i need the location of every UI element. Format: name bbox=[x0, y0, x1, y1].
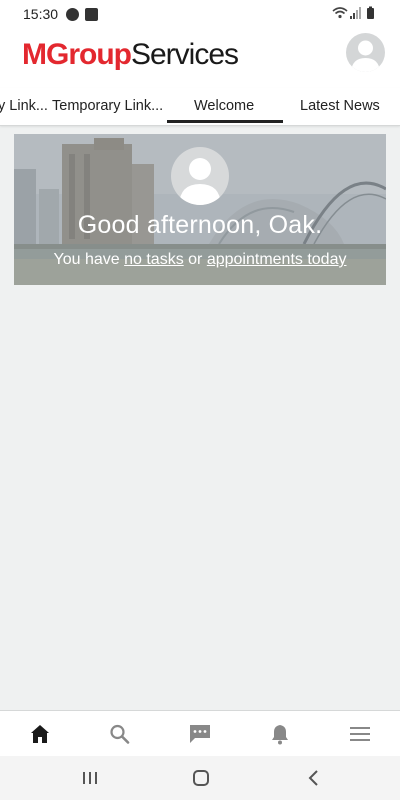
wifi-icon bbox=[332, 7, 348, 19]
no-tasks-link[interactable]: no tasks bbox=[124, 251, 184, 268]
home-circle-icon bbox=[193, 770, 209, 786]
greeting-text: Good afternoon, Oak. bbox=[77, 211, 323, 239]
nav-home-button[interactable] bbox=[28, 723, 52, 745]
signal-icon bbox=[350, 7, 361, 19]
system-back-button[interactable] bbox=[302, 768, 326, 788]
menu-icon bbox=[350, 727, 370, 741]
system-home-button[interactable] bbox=[189, 768, 213, 788]
status-time: 15:30 bbox=[23, 6, 59, 22]
active-tab-indicator bbox=[167, 120, 283, 123]
nav-search-button[interactable] bbox=[108, 723, 132, 745]
profile-avatar[interactable] bbox=[346, 33, 385, 72]
summary-prefix: You have bbox=[53, 251, 125, 268]
tab-latest-news[interactable]: Latest News bbox=[300, 98, 380, 114]
welcome-summary: You have no tasks or appointments today bbox=[14, 251, 386, 269]
system-navigation-bar bbox=[0, 756, 400, 800]
welcome-avatar bbox=[171, 147, 229, 205]
summary-connector: or bbox=[183, 251, 207, 268]
user-silhouette-icon bbox=[351, 40, 380, 72]
recent-apps-icon bbox=[83, 772, 97, 784]
tab-welcome[interactable]: Welcome bbox=[194, 98, 254, 114]
bell-icon bbox=[272, 725, 288, 745]
welcome-card: Good afternoon, Oak. You have no tasks o… bbox=[14, 134, 386, 285]
chat-icon bbox=[190, 725, 210, 743]
user-silhouette-icon bbox=[179, 158, 221, 205]
app-notification-icon bbox=[85, 8, 98, 21]
app-header: MGroupServices bbox=[0, 28, 400, 88]
nav-messages-button[interactable] bbox=[188, 723, 212, 745]
search-icon bbox=[110, 724, 130, 744]
tab-bar: y Link... Temporary Link... Welcome Late… bbox=[0, 88, 400, 126]
app-notification-icon bbox=[66, 8, 79, 21]
bottom-navigation bbox=[0, 710, 400, 756]
logo-services-text: Services bbox=[130, 38, 239, 71]
appointments-today-link[interactable]: appointments today bbox=[207, 251, 347, 268]
tab-quick-links[interactable]: y Link... bbox=[0, 98, 48, 114]
status-icons bbox=[332, 6, 378, 25]
nav-notifications-button[interactable] bbox=[268, 723, 292, 745]
tab-temporary-links[interactable]: Temporary Link... bbox=[52, 98, 163, 114]
back-icon bbox=[308, 770, 318, 786]
recent-apps-button[interactable] bbox=[78, 768, 102, 788]
status-bar: 15:30 bbox=[0, 0, 400, 28]
logo-brand-text: MGroup bbox=[22, 38, 132, 71]
nav-menu-button[interactable] bbox=[348, 723, 372, 745]
battery-icon bbox=[367, 6, 374, 19]
mgroup-services-logo: MGroupServices bbox=[22, 38, 239, 72]
home-icon bbox=[31, 725, 49, 743]
